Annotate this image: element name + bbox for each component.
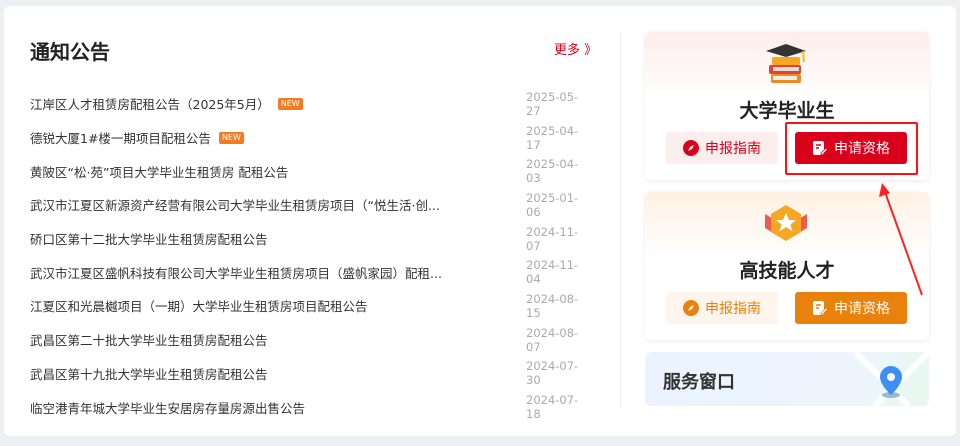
notice-title-text: 武汉市江夏区盛帆科技有限公司大学毕业生租赁房项目（盛帆家园）配租... [30, 265, 442, 281]
apply-label: 申请资格 [834, 301, 890, 317]
notice-item[interactable]: 武汉市江夏区盛帆科技有限公司大学毕业生租赁房项目（盛帆家园）配租... 2024-… [30, 255, 590, 289]
graduation-books-icon [766, 44, 806, 83]
new-badge: NEW [277, 97, 303, 110]
notice-title: 江夏区和光晨樾项目（一期）大学毕业生租赁房项目配租公告 [30, 296, 368, 315]
notice-date: 2024-11-04 [526, 258, 579, 287]
notice-title-text: 江岸区人才租赁房配租公告（2025年5月） [30, 97, 270, 113]
notices-title: 通知公告 [30, 40, 110, 64]
notice-title-text: 武昌区第十九批大学毕业生租赁房配租公告 [30, 366, 268, 382]
notice-item[interactable]: 临空港青年城大学毕业生安居房存量房源出售公告 2024-07-18 [30, 390, 590, 424]
card-title: 大学毕业生 [739, 100, 835, 122]
notice-date: 2025-05-27 [526, 89, 579, 118]
guide-label: 申报指南 [705, 141, 761, 157]
notice-list: 江岸区人才租赁房配租公告（2025年5月） NEW 2025-05-27 德锐大厦1#… [30, 87, 590, 424]
more-link[interactable]: 更多 》 [554, 39, 597, 58]
notice-date: 2024-08-15 [526, 291, 579, 320]
notice-title: 黄陂区“松·苑”项目大学毕业生租赁房 配租公告 [30, 162, 288, 181]
notice-date: 2025-01-06 [526, 190, 579, 219]
star-medal-icon [765, 205, 807, 241]
annotation-arrow [879, 183, 923, 296]
guide-button[interactable]: 申报指南 [666, 132, 778, 164]
notice-item[interactable]: 武汉市江夏区新源资产经营有限公司大学毕业生租赁房项目（“悦生活·创... 2025… [30, 188, 590, 222]
service-window-card[interactable]: 服务窗口 [645, 352, 929, 406]
notice-item[interactable]: 黄陂区“松·苑”项目大学毕业生租赁房 配租公告 2025-04-03 [30, 154, 590, 188]
highlight-box [785, 122, 918, 175]
notice-item[interactable]: 武昌区第十九批大学毕业生租赁房配租公告 2024-07-30 [30, 357, 590, 391]
notice-title: 江岸区人才租赁房配租公告（2025年5月） NEW [30, 94, 303, 113]
notice-date: 2024-07-18 [526, 393, 579, 422]
notice-title-text: 武汉市江夏区新源资产经营有限公司大学毕业生租赁房项目（“悦生活·创... [30, 198, 440, 214]
map-pin-icon [880, 366, 902, 398]
notice-title: 武汉市江夏区新源资产经营有限公司大学毕业生租赁房项目（“悦生活·创... [30, 195, 440, 214]
compass-icon [683, 300, 699, 316]
notice-date: 2025-04-17 [526, 123, 579, 152]
notice-item[interactable]: 武昌区第二十批大学毕业生租赁房配租公告 2024-08-07 [30, 323, 590, 357]
compass-icon [683, 140, 699, 156]
notice-date: 2024-08-07 [526, 325, 579, 354]
notice-title-text: 德锐大厦1#楼一期项目配租公告 [30, 131, 211, 147]
service-window-title: 服务窗口 [663, 372, 735, 393]
notice-title: 临空港青年城大学毕业生安居房存量房源出售公告 [30, 398, 305, 417]
notice-title-text: 黄陂区“松·苑”项目大学毕业生租赁房 配租公告 [30, 164, 289, 180]
notice-title-text: 江夏区和光晨樾项目（一期）大学毕业生租赁房项目配租公告 [30, 299, 368, 315]
notice-title: 硚口区第十二批大学毕业生租赁房配租公告 [30, 229, 268, 248]
notice-date: 2024-07-30 [526, 359, 579, 388]
notice-title: 德锐大厦1#楼一期项目配租公告 NEW [30, 128, 244, 147]
notice-item[interactable]: 江夏区和光晨樾项目（一期）大学毕业生租赁房项目配租公告 2024-08-15 [30, 289, 590, 323]
notice-title-text: 硚口区第十二批大学毕业生租赁房配租公告 [30, 232, 268, 248]
new-badge: NEW [218, 131, 244, 144]
notice-title: 武昌区第二十批大学毕业生租赁房配租公告 [30, 330, 268, 349]
notice-title-text: 临空港青年城大学毕业生安居房存量房源出售公告 [30, 400, 306, 416]
notice-date: 2024-11-07 [526, 224, 579, 253]
edit-form-icon [813, 301, 828, 315]
divider [620, 32, 621, 408]
notice-title-text: 武昌区第二十批大学毕业生租赁房配租公告 [30, 333, 268, 349]
notice-date: 2025-04-03 [526, 157, 579, 186]
notice-item[interactable]: 硚口区第十二批大学毕业生租赁房配租公告 2024-11-07 [30, 222, 590, 256]
notice-title: 武汉市江夏区盛帆科技有限公司大学毕业生租赁房项目（盛帆家园）配租... [30, 263, 442, 282]
guide-label: 申报指南 [705, 301, 761, 317]
notice-item[interactable]: 江岸区人才租赁房配租公告（2025年5月） NEW 2025-05-27 [30, 87, 590, 121]
notice-item[interactable]: 德锐大厦1#楼一期项目配租公告 NEW 2025-04-17 [30, 121, 590, 155]
notice-title: 武昌区第十九批大学毕业生租赁房配租公告 [30, 364, 268, 383]
guide-button[interactable]: 申报指南 [666, 292, 778, 324]
